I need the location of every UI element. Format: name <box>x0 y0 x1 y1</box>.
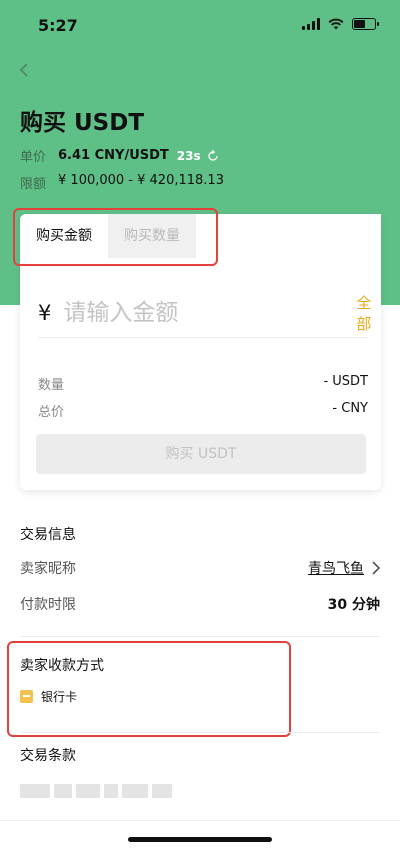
highlight-box-tab <box>13 208 218 266</box>
seller-label: 卖家昵称 <box>20 561 76 577</box>
seller-row: 卖家昵称 青鸟飞鱼 <box>20 558 380 578</box>
limit-value: ¥ 100,000 - ¥ 420,118.13 <box>58 173 224 188</box>
amount-row: ¥ 全部 <box>38 288 371 338</box>
quantity-row: 数量 - USDT <box>38 374 368 393</box>
payment-time-row: 付款时限 30 分钟 <box>20 594 380 614</box>
payment-time-value: 30 分钟 <box>327 597 380 613</box>
unit-price-value: 6.41 CNY/USDT <box>58 148 169 163</box>
status-icons <box>302 18 379 30</box>
chevron-left-icon <box>19 63 28 77</box>
total-label: 总价 <box>38 405 65 420</box>
wifi-icon <box>328 18 344 30</box>
signal-icon <box>302 18 320 30</box>
terms-title: 交易条款 <box>20 748 76 764</box>
countdown-timer: 23s <box>176 148 201 163</box>
home-indicator[interactable] <box>128 837 272 842</box>
total-row: 总价 - CNY <box>38 401 368 420</box>
back-button[interactable] <box>18 62 38 82</box>
battery-icon <box>352 18 379 30</box>
refresh-icon[interactable] <box>207 149 219 162</box>
divider <box>20 636 380 637</box>
status-time: 5:27 <box>38 16 78 35</box>
seller-name[interactable]: 青鸟飞鱼 <box>308 558 364 578</box>
unit-price-label: 单价 <box>20 150 47 165</box>
divider <box>20 732 380 733</box>
seller-link[interactable]: 青鸟飞鱼 <box>308 558 380 578</box>
payment-time-label: 付款时限 <box>20 597 76 613</box>
status-bar: 5:27 <box>0 0 400 50</box>
currency-symbol: ¥ <box>38 300 52 325</box>
trade-info-title: 交易信息 <box>20 527 76 543</box>
total-value: - CNY <box>332 401 368 416</box>
limit-row: 限额 ¥ 100,000 - ¥ 420,118.13 <box>20 173 224 192</box>
chevron-right-icon <box>372 561 380 575</box>
bottom-bar <box>0 820 400 860</box>
highlight-box-payment <box>7 641 291 737</box>
tab-bar-spacer <box>196 214 381 258</box>
all-button[interactable]: 全部 <box>356 292 371 334</box>
quantity-label: 数量 <box>38 378 65 393</box>
limit-label: 限额 <box>20 177 47 192</box>
quantity-value: - USDT <box>323 374 368 389</box>
unit-price-row: 单价 6.41 CNY/USDT 23s <box>20 146 219 165</box>
buy-usdt-button[interactable]: 购买 USDT <box>36 434 366 474</box>
page-title: 购买 USDT <box>20 110 145 136</box>
amount-input[interactable] <box>63 299 357 326</box>
blurred-text <box>20 784 190 798</box>
